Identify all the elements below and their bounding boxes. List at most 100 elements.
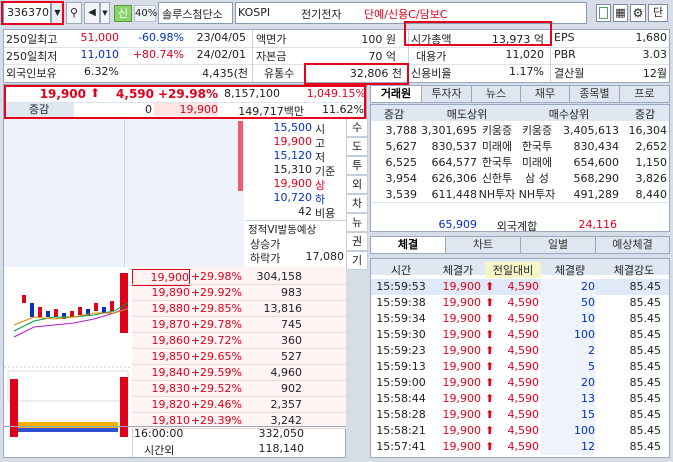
ask-volume-bar <box>238 121 243 191</box>
bid-price[interactable]: 19,880 <box>132 301 191 316</box>
bid-rate: +29.72% <box>190 334 242 347</box>
bid-price[interactable]: 19,810 <box>132 413 191 428</box>
speaker-dropdown-icon[interactable]: ▼ <box>100 2 110 24</box>
bid-row[interactable]: 19,830 +29.52% 902 <box>132 381 346 397</box>
tick-time: 15:59:34 <box>376 312 426 325</box>
tick-row[interactable]: 15:59:23 19,900 ⬆ 4,590 2 85.45 <box>371 343 669 359</box>
bid-row[interactable]: 19,900 +29.98% 304,158 <box>132 269 346 286</box>
bid-qty: 13,816 <box>263 302 303 315</box>
broker-row[interactable]: 3,954 626,306 신한투 삼 성 568,290 3,826 <box>371 171 669 187</box>
ticks-header-strength: 체결강도 <box>613 264 655 277</box>
tick-qty: 12 <box>541 439 595 455</box>
bid-row[interactable]: 19,820 +29.46% 2,357 <box>132 397 346 413</box>
tab-chart[interactable]: 차트 <box>445 236 521 254</box>
side-button-order[interactable]: 도 <box>346 137 368 156</box>
tab-by-stock[interactable]: 종목별 <box>569 85 620 103</box>
tab-investor[interactable]: 투자자 <box>421 85 472 103</box>
after-hours-label: 시간외 <box>144 444 175 457</box>
tick-qty: 15 <box>541 407 595 423</box>
bid-row[interactable]: 19,880 +29.85% 13,816 <box>132 301 346 317</box>
tick-row[interactable]: 15:58:44 19,900 ⬆ 4,590 13 85.45 <box>371 391 669 407</box>
tab-finance[interactable]: 재무 <box>520 85 570 103</box>
search-icon[interactable]: ⚲ <box>66 2 82 24</box>
rise-arrow-icon: ⬆ <box>485 344 495 357</box>
broker-row[interactable]: 3,788 3,301,695 키움증 키움증 3,405,613 16,304 <box>371 123 669 139</box>
tick-row[interactable]: 15:58:21 19,900 ⬆ 4,590 100 85.45 <box>371 423 669 439</box>
after-hours-qty: 118,140 <box>258 442 305 455</box>
bid-qty: 4,960 <box>270 366 303 379</box>
tick-time: 15:59:23 <box>376 344 426 357</box>
bid-rate: +29.78% <box>190 318 242 331</box>
bid-price[interactable]: 19,850 <box>132 349 191 364</box>
tab-daily[interactable]: 일별 <box>520 236 596 254</box>
single-view-button[interactable]: 단 <box>648 4 668 22</box>
broker-cell: 키움증 <box>521 124 553 137</box>
side-button-other[interactable]: 기 <box>346 251 368 270</box>
foreign-buy-total: 24,116 <box>578 218 618 231</box>
bid-row[interactable]: 19,870 +29.78% 745 <box>132 317 346 333</box>
side-button-news[interactable]: 뉴 <box>346 213 368 232</box>
tick-row[interactable]: 15:58:28 19,900 ⬆ 4,590 15 85.45 <box>371 407 669 423</box>
gear-icon[interactable]: ⚙ <box>630 4 646 22</box>
rise-arrow-icon: ⬆ <box>485 280 495 293</box>
rise-arrow-icon: ⬆ <box>485 360 495 373</box>
bid-price[interactable]: 19,840 <box>132 365 191 380</box>
tick-row[interactable]: 15:59:00 19,900 ⬆ 4,590 20 85.45 <box>371 375 669 391</box>
broker-cell: 664,577 <box>431 156 478 169</box>
broker-cell: 3,301,695 <box>421 124 477 137</box>
broker-cell: 830,537 <box>431 140 478 153</box>
value-market-cap: 13,973 억 <box>491 33 544 46</box>
bid-row[interactable]: 19,840 +29.59% 4,960 <box>132 365 346 381</box>
broker-cell: NH투자 <box>478 188 516 201</box>
tick-change: 4,590 <box>507 440 540 453</box>
bid-price[interactable]: 19,890 <box>132 285 191 300</box>
tick-row[interactable]: 15:59:38 19,900 ⬆ 4,590 50 85.45 <box>371 295 669 311</box>
bid-row[interactable]: 19,850 +29.65% 527 <box>132 349 346 365</box>
broker-row[interactable]: 5,627 830,537 미래에 한국투 830,434 2,652 <box>371 139 669 155</box>
bid-row[interactable]: 19,860 +29.72% 360 <box>132 333 346 349</box>
tick-strength: 85.45 <box>629 440 662 453</box>
speaker-icon[interactable]: ◀ <box>84 2 100 24</box>
broker-cell: 568,290 <box>573 172 620 185</box>
side-button-sell[interactable]: 수 <box>346 118 368 137</box>
broker-row[interactable]: 3,539 611,448 NH투자 NH투자 491,289 8,440 <box>371 187 669 203</box>
side-button-investor[interactable]: 투 <box>346 156 368 175</box>
tab-expected[interactable]: 예상체결 <box>595 236 670 254</box>
tick-change: 4,590 <box>507 376 540 389</box>
margin-rate: 40% <box>134 5 157 22</box>
broker-cell: 한국투 <box>521 140 553 153</box>
bid-row[interactable]: 19,810 +29.39% 3,242 <box>132 413 346 429</box>
broker-cell: 미래에 <box>481 140 513 153</box>
tab-trades[interactable]: 체결 <box>370 236 446 254</box>
label-eps: EPS <box>554 31 575 44</box>
stock-code-input[interactable]: 336370 <box>3 2 51 24</box>
bid-price[interactable]: 19,860 <box>132 333 191 348</box>
tick-row[interactable]: 15:59:53 19,900 ⬆ 4,590 20 85.45 <box>371 279 669 295</box>
tab-program[interactable]: 프로 <box>619 85 670 103</box>
side-button-chart[interactable]: 차 <box>346 194 368 213</box>
broker-cell: 2,652 <box>635 140 668 153</box>
tick-row[interactable]: 15:59:34 19,900 ⬆ 4,590 10 85.45 <box>371 311 669 327</box>
broker-row[interactable]: 6,525 664,577 한국투 미래에 654,600 1,150 <box>371 155 669 171</box>
side-button-rights[interactable]: 권 <box>346 232 368 251</box>
bid-row[interactable]: 19,890 +29.92% 983 <box>132 285 346 301</box>
side-button-foreign[interactable]: 외 <box>346 175 368 194</box>
code-dropdown-button[interactable]: ▼ <box>51 2 64 24</box>
window-icon[interactable] <box>596 4 611 22</box>
bid-price[interactable]: 19,830 <box>132 381 191 396</box>
credit-badge: 신 <box>114 5 132 22</box>
right-top-tabs: 거래원 투자자 뉴스 재무 종목별 프로 <box>370 84 670 104</box>
tick-row[interactable]: 15:57:41 19,900 ⬆ 4,590 12 85.45 <box>371 439 669 455</box>
bid-qty: 902 <box>281 382 302 395</box>
price-change: 4,590 <box>116 87 154 101</box>
grid-icon[interactable]: ▦ <box>613 4 628 22</box>
tick-row[interactable]: 15:59:13 19,900 ⬆ 4,590 5 85.45 <box>371 359 669 375</box>
value-foreign-qty: 4,435(천 <box>202 67 248 80</box>
tab-news[interactable]: 뉴스 <box>471 85 521 103</box>
broker-cell: 3,788 <box>385 124 418 137</box>
tick-price: 19,900 <box>442 408 482 421</box>
bid-price[interactable]: 19,870 <box>132 317 191 332</box>
tab-broker[interactable]: 거래원 <box>370 85 422 103</box>
tick-row[interactable]: 15:59:30 19,900 ⬆ 4,590 100 85.45 <box>371 327 669 343</box>
bid-price[interactable]: 19,820 <box>132 397 191 412</box>
